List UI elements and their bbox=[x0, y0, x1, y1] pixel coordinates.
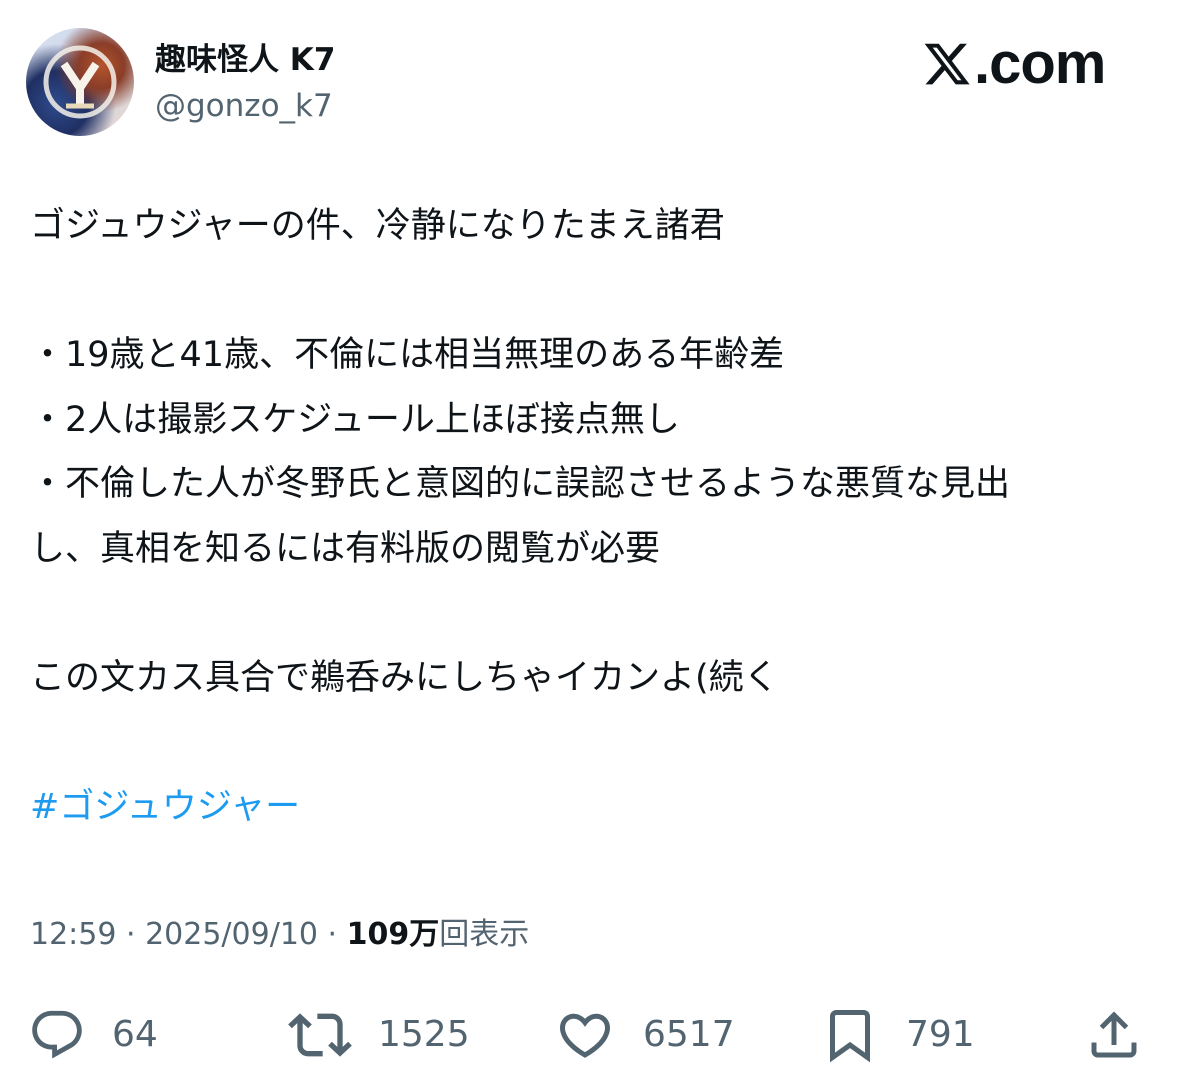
tweet-line: この文カス具合で鵜呑みにしちゃイカンよ(続く bbox=[30, 657, 779, 698]
views-count: 109 bbox=[346, 917, 410, 952]
heart-icon bbox=[559, 1013, 611, 1058]
bookmark-button[interactable]: 791 bbox=[820, 1000, 975, 1070]
meta-separator: · bbox=[318, 917, 347, 952]
reply-button[interactable]: 64 bbox=[28, 1000, 158, 1070]
tweet-line: し、真相を知るには有料版の閲覧が必要 bbox=[30, 528, 661, 569]
tweet-line: ゴジュウジャーの件、冷静になりたまえ諸君 bbox=[30, 206, 725, 246]
author-display-name[interactable]: 趣味怪人 K7 bbox=[155, 38, 335, 82]
like-count: 6517 bbox=[643, 1014, 735, 1055]
bookmark-count: 791 bbox=[906, 1014, 975, 1055]
share-icon bbox=[1091, 1011, 1137, 1058]
tweet-line: ・不倫した人が冬野氏と意図的に誤認させるような悪質な見出 bbox=[30, 464, 1011, 504]
x-com-domain-text: .com bbox=[974, 31, 1106, 96]
tweet-line bbox=[30, 259, 1150, 324]
repost-icon bbox=[288, 1013, 352, 1057]
tweet-line bbox=[30, 581, 1150, 646]
tweet-line: ・2人は撮影スケジュール上ほぼ接点無し bbox=[30, 399, 680, 440]
tweet-time[interactable]: 12:59 bbox=[30, 917, 116, 952]
like-button[interactable]: 6517 bbox=[555, 1000, 735, 1070]
share-button[interactable] bbox=[1084, 1000, 1144, 1070]
tweet-text: ゴジュウジャーの件、冷静になりたまえ諸君 ・19歳と41歳、不倫には相当無理のあ… bbox=[30, 194, 1150, 839]
repost-count: 1525 bbox=[378, 1014, 470, 1055]
tweet-date[interactable]: 2025/09/10 bbox=[145, 917, 318, 952]
avatar[interactable] bbox=[26, 28, 134, 136]
reply-icon bbox=[32, 1010, 82, 1059]
avatar-emblem-icon bbox=[43, 45, 117, 119]
tweet-line: ・19歳と41歳、不倫には相当無理のある年齢差 bbox=[30, 335, 785, 375]
tweet-meta: 12:59 · 2025/09/10 · 109万回表示 bbox=[30, 912, 529, 958]
repost-button[interactable]: 1525 bbox=[288, 1000, 470, 1070]
reply-count: 64 bbox=[112, 1014, 158, 1055]
views-unit: 万 bbox=[409, 917, 440, 952]
author-handle[interactable]: @gonzo_k7 bbox=[155, 84, 333, 128]
x-com-logo[interactable]: .com bbox=[922, 31, 1106, 96]
action-bar: 64 1525 6517 791 bbox=[0, 1000, 1179, 1070]
tweet-line bbox=[30, 710, 1150, 775]
bookmark-icon bbox=[830, 1010, 870, 1063]
meta-separator: · bbox=[116, 917, 146, 952]
views-label: 回表示 bbox=[439, 917, 530, 952]
hashtag-link[interactable]: #ゴジュウジャー bbox=[30, 787, 300, 827]
x-logo-icon bbox=[924, 43, 970, 85]
